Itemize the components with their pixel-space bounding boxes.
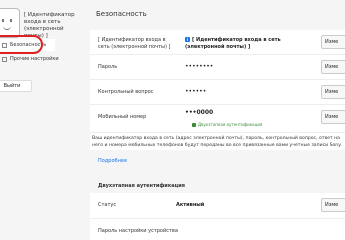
row-label: Мобильный номер bbox=[98, 114, 147, 120]
device-setup-password-label: Пароль настройки устройства bbox=[98, 228, 178, 234]
sign-in-id-row: [ Идентификатор входа в сеть (электронно… bbox=[90, 30, 345, 55]
info-icon: i bbox=[185, 37, 190, 42]
page-title: Безопасность bbox=[96, 10, 147, 18]
row-value: i[ Идентификатор входа в сеть (электронн… bbox=[185, 37, 315, 51]
sidebar: [ Идентификатор входа в сеть (электронно… bbox=[0, 0, 75, 240]
two-step-note-text: Двухэтапная аутентификация bbox=[198, 122, 263, 127]
learn-more-link[interactable]: Подробнее bbox=[98, 158, 127, 164]
info-text: Ваш идентификатор входа в сеть (адрес эл… bbox=[92, 136, 342, 148]
change-mobile-number-button[interactable]: Изме bbox=[321, 110, 345, 124]
settings-icon bbox=[2, 56, 7, 62]
avatar-mouth bbox=[3, 26, 11, 30]
security-question-value: •••••• bbox=[185, 88, 207, 95]
mobile-number-row: Мобильный номер •••0000 Двухэтапная ауте… bbox=[90, 105, 345, 133]
main-content: Безопасность [ Идентификатор входа в сет… bbox=[90, 0, 345, 240]
mobile-number-value: •••0000 bbox=[185, 109, 214, 116]
avatar-eye-right bbox=[10, 19, 12, 22]
avatar bbox=[0, 8, 20, 38]
security-question-row: Контрольный вопрос •••••• Изме bbox=[90, 80, 345, 105]
password-row: Пароль •••••••• Изме bbox=[90, 55, 345, 80]
sidebar-item-label: Прочие настройки bbox=[10, 56, 59, 62]
sidebar-item-other-settings[interactable]: Прочие настройки bbox=[0, 53, 90, 65]
change-sign-in-id-button[interactable]: Изме bbox=[321, 35, 345, 49]
row-label: Статус bbox=[98, 202, 117, 208]
status-value: Активный bbox=[176, 202, 205, 208]
status-row: Статус Активный Изме bbox=[90, 193, 345, 219]
change-two-step-button[interactable]: Изме bbox=[321, 198, 345, 212]
row-label: Пароль bbox=[98, 64, 118, 70]
two-step-note: Двухэтапная аутентификация bbox=[192, 122, 262, 127]
two-step-panel: Статус Активный Изме Пароль настройки ус… bbox=[90, 193, 345, 240]
two-step-section-title: Двухэтапная аутентификация bbox=[98, 183, 186, 189]
password-value: •••••••• bbox=[185, 63, 214, 70]
check-icon bbox=[192, 123, 196, 127]
row-label: Контрольный вопрос bbox=[98, 89, 154, 95]
change-password-button[interactable]: Изме bbox=[321, 60, 345, 74]
avatar-eye-left bbox=[2, 19, 4, 22]
security-panel: [ Идентификатор входа в сеть (электронно… bbox=[90, 30, 345, 150]
sign-in-id-value: [ Идентификатор входа в сеть (электронно… bbox=[185, 37, 281, 50]
highlight-circle bbox=[0, 35, 43, 54]
row-label: [ Идентификатор входа в сеть (электронно… bbox=[98, 37, 171, 50]
change-security-question-button[interactable]: Изме bbox=[321, 85, 345, 99]
logout-button[interactable]: Выйти bbox=[0, 80, 32, 92]
